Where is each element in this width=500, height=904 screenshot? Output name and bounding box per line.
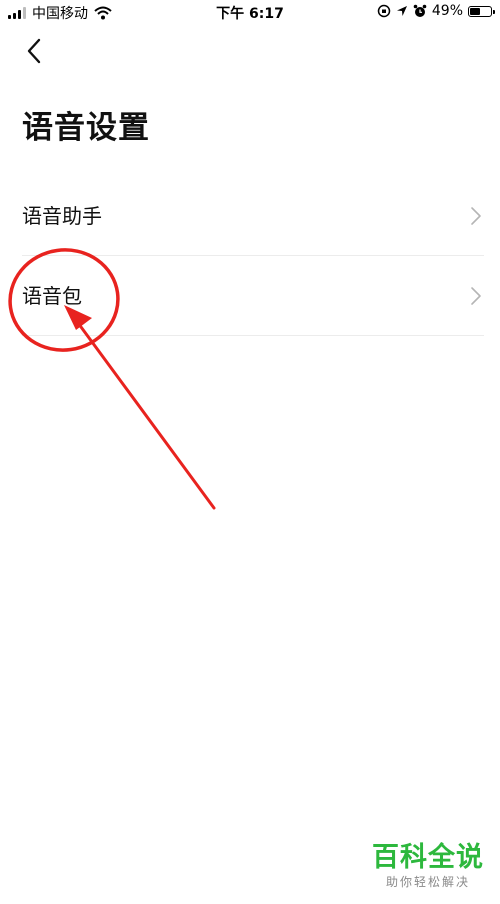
status-bar: 中国移动 下午 6:17 49% xyxy=(0,0,500,24)
page-title: 语音设置 xyxy=(22,110,150,146)
battery-icon xyxy=(468,5,495,17)
status-bar-right: 49% xyxy=(377,3,495,19)
list-item-voice-pack[interactable]: 语音包 xyxy=(22,256,484,336)
watermark-sub: 助你轻松解决 xyxy=(385,875,470,889)
watermark-logo: 百科全说 助你轻松解决 xyxy=(372,842,484,890)
location-icon xyxy=(396,6,407,16)
battery-level-fill xyxy=(470,7,480,15)
chevron-left-icon[interactable] xyxy=(20,36,50,66)
list-item-label: 语音包 xyxy=(22,284,82,308)
list-item-voice-assistant[interactable]: 语音助手 xyxy=(22,176,484,256)
chevron-right-icon xyxy=(471,207,481,225)
orientation-lock-icon xyxy=(377,4,391,18)
battery-percent: 49% xyxy=(431,3,463,19)
chevron-right-icon xyxy=(471,287,481,305)
alarm-icon xyxy=(413,4,427,17)
list-item-label: 语音助手 xyxy=(22,204,102,228)
watermark-main: 百科全说 xyxy=(372,842,484,873)
annotation-arrow-shaft xyxy=(68,310,216,510)
